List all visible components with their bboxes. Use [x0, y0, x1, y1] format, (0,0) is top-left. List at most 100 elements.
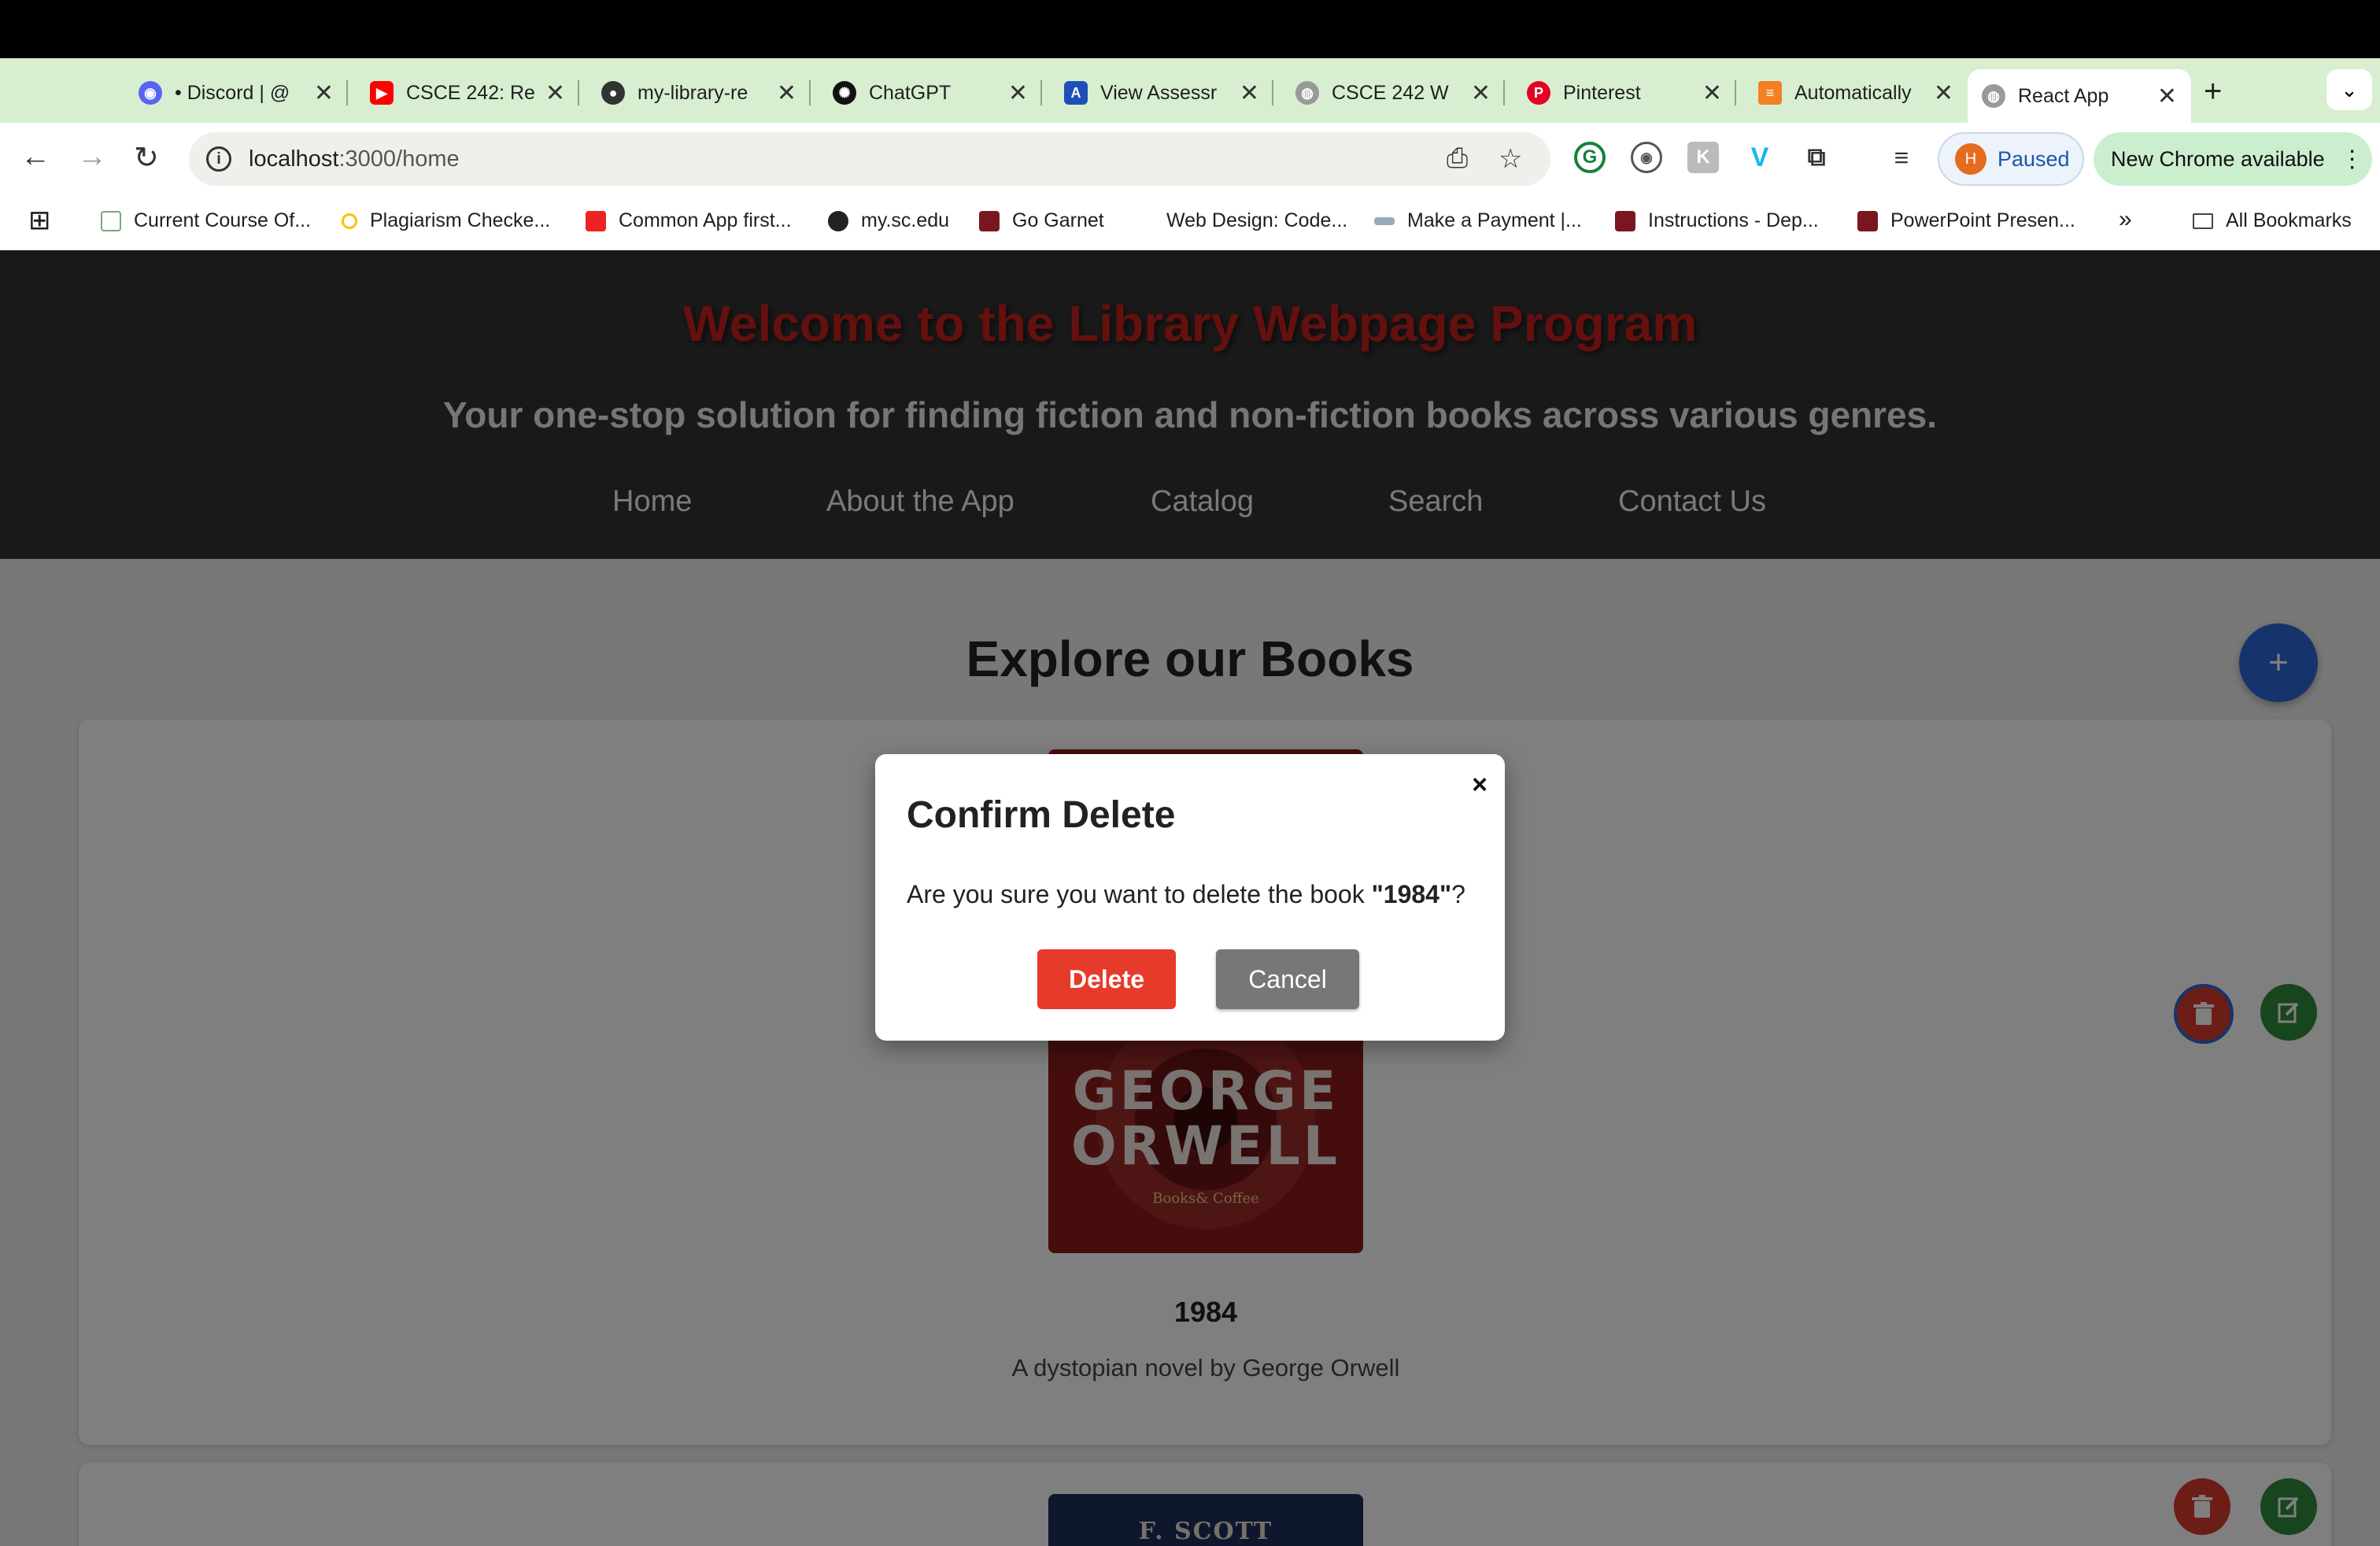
tab-title: Pinterest — [1563, 81, 1641, 104]
new-tab-icon[interactable]: + — [2204, 74, 2222, 109]
close-tab-icon[interactable]: ✕ — [1934, 80, 1953, 107]
tab-title: React App — [2018, 84, 2109, 107]
folder-icon — [2193, 213, 2213, 229]
bookmark-star-icon[interactable]: ☆ — [1499, 143, 1522, 175]
url-path: :3000/home — [338, 146, 460, 172]
tab-title: ChatGPT — [869, 81, 952, 104]
pinterest-icon: P — [1527, 81, 1550, 105]
close-tab-icon[interactable]: ✕ — [1471, 80, 1491, 107]
tab-youtube[interactable]: ▶ CSCE 242: Re ✕ — [356, 69, 579, 117]
url-text: localhost:3000/home — [249, 146, 460, 172]
stack-icon: ≡ — [1758, 81, 1782, 105]
bookmark-item[interactable]: Web Design: Code... — [1166, 209, 1347, 232]
extension-circle-icon[interactable]: ◉ — [1631, 142, 1662, 173]
tab-csce-web[interactable]: ◍ CSCE 242 W ✕ — [1281, 69, 1505, 117]
bookmark-item[interactable]: Go Garnet — [979, 209, 1104, 232]
reload-icon[interactable]: ↻ — [134, 140, 159, 176]
bookmark-label: Common App first... — [619, 209, 792, 231]
discord-icon: ◉ — [139, 81, 162, 105]
os-top-bar — [0, 0, 2380, 58]
menu-dots-icon[interactable]: ⋮ — [2341, 146, 2364, 173]
tab-search-chevron-icon[interactable]: ⌄ — [2326, 69, 2372, 110]
bookmark-label: All Bookmarks — [2226, 209, 2352, 231]
close-tab-icon[interactable]: ✕ — [1702, 80, 1722, 107]
url-host: localhost — [249, 146, 339, 172]
garnet-icon — [979, 210, 1000, 231]
globe-icon — [828, 210, 848, 231]
tab-react-app[interactable]: ◍ React App ✕ — [1968, 69, 2191, 123]
media-controls-icon[interactable]: ≡ — [1886, 142, 1917, 173]
bookmark-item[interactable]: Common App first... — [586, 209, 792, 232]
apps-grid-icon[interactable]: ⊞ — [28, 205, 51, 236]
bookmark-label: Web Design: Code... — [1166, 209, 1348, 231]
tab-title: CSCE 242: Re — [406, 81, 535, 104]
close-tab-icon[interactable]: ✕ — [1008, 80, 1028, 107]
tab-stackoverflow[interactable]: ≡ Automatically ✕ — [1744, 69, 1968, 117]
bookmark-label: PowerPoint Presen... — [1890, 209, 2075, 231]
bookmark-favicon-icon — [101, 210, 121, 231]
tab-github[interactable]: ● my-library-re ✕ — [587, 69, 811, 117]
garnet-icon — [1857, 210, 1878, 231]
update-chrome-button[interactable]: New Chrome available ⋮ — [2094, 132, 2372, 186]
site-info-icon[interactable]: i — [206, 146, 231, 172]
close-tab-icon[interactable]: ✕ — [777, 80, 796, 107]
payment-icon — [1374, 216, 1395, 225]
bookmark-item[interactable]: Plagiarism Checke... — [342, 209, 550, 232]
dialog-title: Confirm Delete — [907, 794, 1176, 836]
close-tab-icon[interactable]: ✕ — [314, 80, 334, 107]
extension-k-icon[interactable]: K — [1687, 142, 1719, 173]
bookmark-label: my.sc.edu — [861, 209, 950, 231]
bookmark-item[interactable]: Instructions - Dep... — [1615, 209, 1819, 232]
more-bookmarks-icon[interactable]: » — [2119, 206, 2132, 233]
bookmark-item[interactable]: my.sc.edu — [828, 209, 949, 232]
message-suffix: ? — [1451, 880, 1465, 908]
vimeo-icon[interactable]: V — [1744, 142, 1776, 173]
close-tab-icon[interactable]: ✕ — [2157, 83, 2177, 110]
close-icon[interactable]: × — [1472, 770, 1488, 801]
bookmark-label: Make a Payment |... — [1407, 209, 1582, 231]
install-app-icon[interactable]: ⎙ — [1447, 143, 1468, 174]
assessment-icon: A — [1064, 81, 1088, 105]
update-label: New Chrome available — [2111, 146, 2325, 171]
forward-icon[interactable]: → — [77, 140, 107, 174]
extensions-puzzle-icon[interactable]: ⧉ — [1801, 142, 1832, 173]
cancel-button[interactable]: Cancel — [1216, 949, 1359, 1009]
dialog-message: Are you sure you want to delete the book… — [907, 880, 1465, 909]
globe-icon: ◍ — [1295, 81, 1319, 105]
bookmark-item[interactable]: Make a Payment |... — [1374, 209, 1582, 232]
tab-discord[interactable]: ◉ • Discord | @ ✕ — [124, 69, 348, 117]
bookmark-label: Current Course Of... — [134, 209, 312, 231]
tab-pinterest[interactable]: P Pinterest ✕ — [1513, 69, 1736, 117]
globe-icon: ◍ — [1982, 84, 2005, 108]
tab-title: View Assessr — [1100, 81, 1218, 104]
youtube-icon — [586, 210, 606, 231]
close-tab-icon[interactable]: ✕ — [1240, 80, 1259, 107]
tab-title: Automatically — [1794, 81, 1912, 104]
tab-title: • Discord | @ — [175, 81, 290, 104]
back-icon[interactable]: ← — [20, 140, 50, 174]
bookmark-label: Go Garnet — [1012, 209, 1104, 231]
address-bar[interactable]: i localhost:3000/home — [189, 132, 1550, 186]
profile-button[interactable]: H Paused — [1938, 132, 2084, 186]
garnet-icon — [1615, 210, 1635, 231]
close-tab-icon[interactable]: ✕ — [545, 80, 565, 107]
tab-chatgpt[interactable]: ✺ ChatGPT ✕ — [819, 69, 1042, 117]
message-prefix: Are you sure you want to delete the book — [907, 880, 1372, 908]
book-name: "1984" — [1371, 880, 1452, 908]
confirm-delete-dialog: × Confirm Delete Are you sure you want t… — [875, 754, 1505, 1041]
chatgpt-icon: ✺ — [833, 81, 856, 105]
tab-strip: ◉ • Discord | @ ✕ ▶ CSCE 242: Re ✕ ● my-… — [0, 58, 2380, 123]
avatar: H — [1955, 143, 1986, 175]
delete-button[interactable]: Delete — [1037, 949, 1176, 1009]
all-bookmarks-button[interactable]: All Bookmarks — [2193, 209, 2352, 232]
github-icon: ● — [601, 81, 625, 105]
bookmark-favicon-icon — [342, 213, 357, 229]
grammarly-icon[interactable]: G — [1574, 142, 1606, 173]
bookmark-label: Instructions - Dep... — [1648, 209, 1819, 231]
youtube-icon: ▶ — [370, 81, 394, 105]
profile-status: Paused — [1998, 146, 2070, 171]
bookmark-item[interactable]: Current Course Of... — [101, 209, 311, 232]
tab-assessment[interactable]: A View Assessr ✕ — [1050, 69, 1273, 117]
bookmark-item[interactable]: PowerPoint Presen... — [1857, 209, 2075, 232]
bookmark-label: Plagiarism Checke... — [370, 209, 551, 231]
